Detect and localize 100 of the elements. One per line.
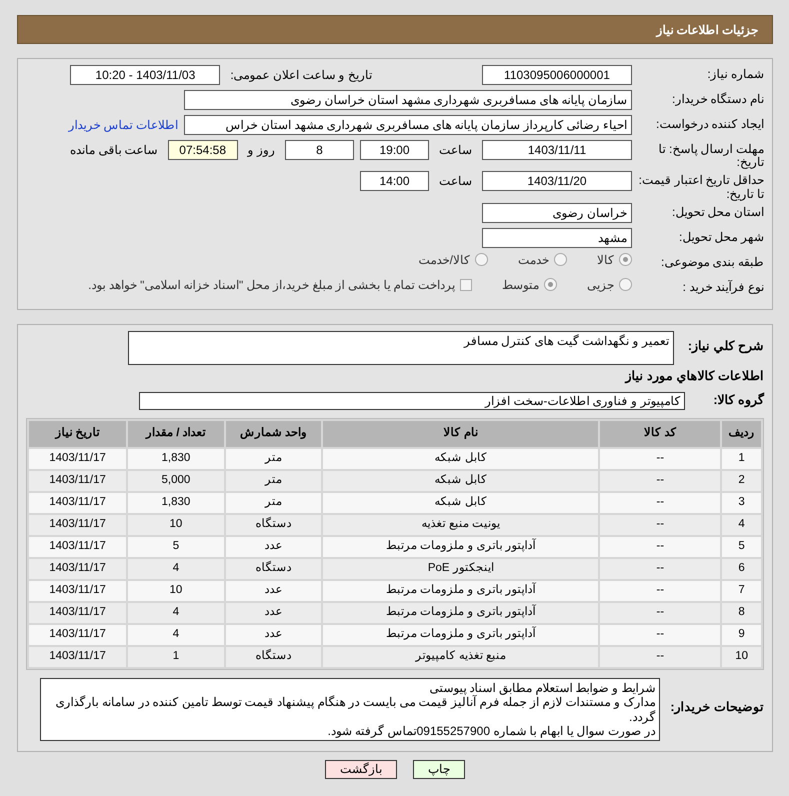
value-field: 14:00: [360, 171, 429, 192]
table-cell: 8: [722, 602, 761, 623]
value-field: احیاء رضائی کارپرداز سازمان پایانه های مسافربری شهرداری مشهد استان خراس: [184, 115, 632, 135]
radio-button[interactable]: [619, 278, 632, 292]
radio-button[interactable]: [544, 278, 557, 292]
value-field: خراسان رضوی: [482, 202, 632, 223]
table-cell: --: [600, 448, 720, 469]
table-cell: 10: [128, 580, 224, 601]
table-cell: 1: [722, 448, 761, 469]
caption-text: تاریخ و ساعت اعلان عمومی:: [229, 68, 373, 82]
table-cell: 4: [128, 558, 224, 579]
radio-label: خدمت: [518, 252, 549, 268]
table-cell: 1403/11/17: [29, 646, 126, 667]
radio-label: متوسط: [502, 278, 539, 292]
radio-button[interactable]: [619, 253, 632, 266]
table-cell: 10: [128, 514, 224, 535]
table-cell: 4: [128, 602, 224, 623]
table-cell: 1403/11/17: [29, 624, 126, 645]
caption-text: ساعت: [438, 174, 473, 189]
table-cell: --: [600, 558, 720, 579]
field-label: شرح کلي نياز:: [688, 338, 764, 354]
table-cell: دستگاه: [226, 514, 322, 535]
table-cell: --: [600, 624, 720, 645]
value-field: مشهد: [482, 228, 632, 248]
column-header: تعداد / مقدار: [128, 420, 224, 447]
table-cell: متر: [226, 470, 322, 491]
page-title: جزئیات اطلاعات نیاز: [17, 15, 773, 44]
field-label: گروه کالا:: [713, 393, 764, 408]
table-cell: یونیت منبع تغذیه: [323, 514, 598, 535]
field-label: استان محل تحویل:: [670, 204, 764, 219]
table-cell: عدد: [226, 536, 322, 557]
value-field: کامپیوتر و فناوری اطلاعات-سخت افزار: [139, 392, 686, 410]
field-label: نوع فرآیند خرید :: [682, 278, 764, 294]
table-cell: 9: [722, 624, 761, 645]
section-heading: اطلاعات کالاهاي مورد نياز: [624, 368, 764, 384]
table-cell: 4: [722, 514, 761, 535]
table-cell: 1: [128, 646, 224, 667]
value-field: 1103095006000001: [482, 65, 632, 85]
value-field: 1403/11/20: [482, 171, 632, 192]
table-cell: 5,000: [128, 470, 224, 491]
radio-button[interactable]: [475, 253, 488, 266]
contact-link[interactable]: اطلاعات تماس خریدار: [68, 118, 178, 132]
table-cell: 1403/11/17: [29, 602, 126, 623]
table-cell: دستگاه: [226, 646, 322, 667]
column-header: تاریخ نیاز: [29, 420, 126, 447]
field-label: ایجاد کننده درخواست:: [654, 116, 764, 132]
table-cell: 1,830: [128, 492, 224, 513]
table-cell: 10: [722, 646, 761, 667]
table-cell: کابل شبکه: [323, 492, 598, 513]
table-cell: 5: [128, 536, 224, 557]
table-cell: 4: [128, 624, 224, 645]
checkbox[interactable]: [460, 278, 472, 291]
field-label: شماره نیاز:: [706, 66, 764, 82]
field-label: طبقه بندی موضوعی:: [660, 254, 764, 269]
column-header: کد کالا: [600, 420, 720, 447]
table-cell: آداپتور باتری و ملزومات مرتبط: [323, 602, 598, 623]
field-label: مهلت ارسال پاسخ: تا تاریخ:: [658, 141, 764, 170]
table-cell: --: [600, 470, 720, 491]
table-cell: 6: [722, 558, 761, 579]
column-header: واحد شمارش: [226, 420, 322, 447]
print-button[interactable]: چاپ: [413, 760, 465, 780]
table-cell: 1403/11/17: [29, 448, 126, 469]
table-cell: عدد: [226, 602, 322, 623]
table-cell: آداپتور باتری و ملزومات مرتبط: [323, 580, 598, 601]
table-cell: --: [600, 492, 720, 513]
column-header: ردیف: [722, 420, 761, 447]
description-field: تعمیر و نگهداشت گیت های کنترل مسافر: [128, 330, 674, 365]
caption-text: ساعت باقی مانده: [68, 142, 159, 158]
table-cell: --: [600, 536, 720, 557]
table-cell: --: [600, 646, 720, 667]
radio-label: کالا/خدمت: [418, 252, 470, 268]
value-field: 1403/11/11: [482, 140, 632, 160]
checkbox-label: پرداخت تمام یا بخشی از مبلغ خرید،از محل "اسناد خزانه اسلامی" خواهد بود.: [88, 278, 455, 292]
back-button[interactable]: بازگشت: [325, 760, 397, 780]
table-cell: اینجکتور PoE: [323, 558, 598, 579]
table-cell: --: [600, 602, 720, 623]
field-label: حداقل تاریخ اعتبار قیمت: تا تاریخ:: [638, 172, 764, 201]
table-cell: 1403/11/17: [29, 558, 126, 579]
radio-label: کالا: [597, 252, 614, 268]
table-cell: 5: [722, 536, 761, 557]
field-label: توضیحات خریدار:: [670, 700, 764, 715]
radio-label: جزیی: [587, 278, 614, 292]
table-cell: متر: [226, 492, 322, 513]
table-cell: منبع تغذیه کامپیوتر: [323, 646, 598, 667]
field-label: نام دستگاه خریدار:: [670, 91, 764, 106]
table-cell: 2: [722, 470, 761, 491]
countdown-field: 07:54:58: [168, 140, 238, 160]
table-cell: --: [600, 580, 720, 601]
table-cell: کابل شبکه: [323, 448, 598, 469]
table-cell: عدد: [226, 624, 322, 645]
table-cell: 1403/11/17: [29, 492, 126, 513]
table-cell: 1403/11/17: [29, 580, 126, 601]
value-field: 19:00: [360, 140, 429, 160]
table-cell: آداپتور باتری و ملزومات مرتبط: [323, 536, 598, 557]
field-label: شهر محل تحویل:: [678, 228, 764, 244]
table-cell: 1403/11/17: [29, 514, 126, 535]
table-cell: کابل شبکه: [323, 470, 598, 491]
radio-button[interactable]: [554, 253, 567, 266]
table-cell: 1403/11/17: [29, 536, 126, 557]
table-cell: 1403/11/17: [29, 470, 126, 491]
